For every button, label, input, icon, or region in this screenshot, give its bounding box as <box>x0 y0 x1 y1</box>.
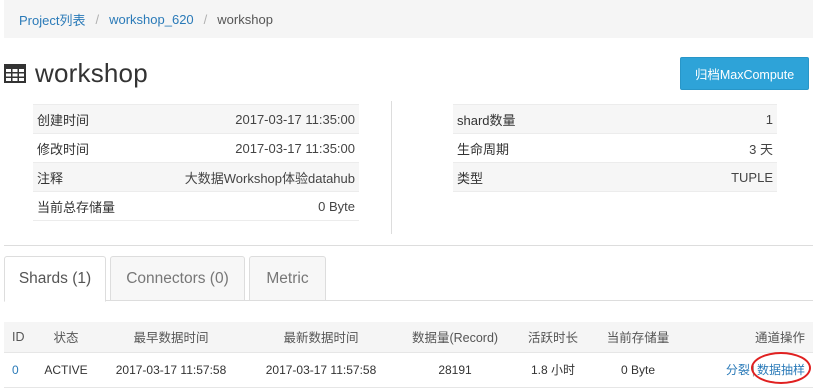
table-icon <box>4 64 26 83</box>
column-header-earliest: 最早数据时间 <box>96 322 246 353</box>
data-sample-link[interactable]: 数据抽样 <box>757 363 805 377</box>
info-row-comment: 注释 大数据Workshop体验datahub <box>33 162 359 192</box>
tab-connectors[interactable]: Connectors (0) <box>110 256 245 301</box>
info-row-type: 类型 TUPLE <box>453 162 777 192</box>
column-header-ops: 通道操作 <box>684 322 813 353</box>
page-header: workshop <box>4 58 148 89</box>
info-label: 注释 <box>33 162 163 192</box>
info-value: 2017-03-17 11:35:00 <box>163 104 359 134</box>
table-row: 0 ACTIVE 2017-03-17 11:57:58 2017-03-17 … <box>4 352 813 388</box>
ops-separator: | <box>751 363 755 377</box>
info-label: 当前总存储量 <box>33 191 163 221</box>
vertical-divider <box>391 101 392 234</box>
sample-link-wrapper: 数据抽样 <box>750 352 811 384</box>
info-value: 0 Byte <box>163 191 359 221</box>
info-label: 类型 <box>453 162 603 192</box>
breadcrumb-separator: / <box>203 11 208 27</box>
shard-latest-time: 2017-03-17 11:57:58 <box>246 352 396 388</box>
shard-earliest-time: 2017-03-17 11:57:58 <box>96 352 246 388</box>
info-row-created: 创建时间 2017-03-17 11:35:00 <box>33 104 359 134</box>
info-value: 大数据Workshop体验datahub <box>163 162 359 192</box>
section-divider <box>4 245 813 246</box>
table-header-row: ID 状态 最早数据时间 最新数据时间 数据量(Record) 活跃时长 当前存… <box>4 322 813 353</box>
breadcrumb-separator: / <box>95 11 100 27</box>
column-header-id: ID <box>4 322 36 353</box>
info-label: shard数量 <box>453 104 603 134</box>
breadcrumb-project-list[interactable]: Project列表 <box>19 10 85 29</box>
archive-maxcompute-button[interactable]: 归档MaxCompute <box>680 57 809 90</box>
info-value: 3 天 <box>603 133 777 163</box>
info-value: 1 <box>603 104 777 134</box>
page-title: workshop <box>35 58 148 88</box>
topic-meta-table: shard数量 1 生命周期 3 天 类型 TUPLE <box>453 104 777 192</box>
tab-metric[interactable]: Metric <box>249 256 326 301</box>
shard-active-duration: 1.8 小时 <box>514 352 592 388</box>
shard-record-count: 28191 <box>396 352 514 388</box>
column-header-status: 状态 <box>36 322 96 353</box>
topic-info-table: 创建时间 2017-03-17 11:35:00 修改时间 2017-03-17… <box>33 104 359 221</box>
info-label: 修改时间 <box>33 133 163 163</box>
info-row-storage: 当前总存储量 0 Byte <box>33 191 359 221</box>
shard-status: ACTIVE <box>36 352 96 388</box>
info-row-modified: 修改时间 2017-03-17 11:35:00 <box>33 133 359 163</box>
breadcrumb: Project列表 / workshop_620 / workshop <box>4 0 813 38</box>
shards-table: ID 状态 最早数据时间 最新数据时间 数据量(Record) 活跃时长 当前存… <box>4 322 813 388</box>
info-label: 创建时间 <box>33 104 163 134</box>
column-header-active: 活跃时长 <box>514 322 592 353</box>
info-value: TUPLE <box>603 162 777 192</box>
tab-bar: Shards (1) Connectors (0) Metric <box>4 256 813 302</box>
shard-operations: 分裂 | 数据抽样 <box>684 352 813 388</box>
split-shard-link[interactable]: 分裂 <box>726 363 750 377</box>
column-header-latest: 最新数据时间 <box>246 322 396 353</box>
info-row-lifecycle: 生命周期 3 天 <box>453 133 777 163</box>
column-header-records: 数据量(Record) <box>396 322 514 353</box>
column-header-storage: 当前存储量 <box>592 322 684 353</box>
breadcrumb-current: workshop <box>217 11 273 27</box>
shard-id[interactable]: 0 <box>4 352 36 388</box>
info-row-shard-count: shard数量 1 <box>453 104 777 134</box>
shard-storage: 0 Byte <box>592 352 684 388</box>
info-value: 2017-03-17 11:35:00 <box>163 133 359 163</box>
info-label: 生命周期 <box>453 133 603 163</box>
tab-shards[interactable]: Shards (1) <box>4 256 106 302</box>
breadcrumb-project[interactable]: workshop_620 <box>109 12 194 27</box>
